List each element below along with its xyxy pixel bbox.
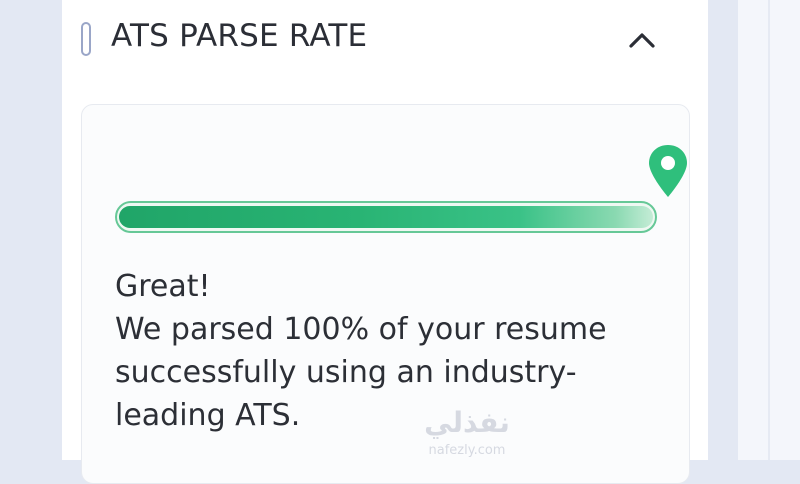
side-divider [768,0,770,460]
side-background [738,0,800,460]
result-heading: Great! [115,269,211,304]
ats-parse-rate-panel: ATS PARSE RATE Great! We parsed 100% of … [62,0,708,484]
section-header[interactable]: ATS PARSE RATE [62,0,708,84]
chevron-up-icon [629,33,655,48]
section-title: ATS PARSE RATE [111,18,368,54]
parse-rate-progress-bar [115,201,657,233]
progress-fill [119,206,653,228]
svg-text:nafezly.com: nafezly.com [429,443,506,458]
collapse-toggle-button[interactable] [622,20,662,60]
result-message: Great! We parsed 100% of your resume suc… [115,265,675,437]
svg-text:نفذلي: نفذلي [424,406,510,439]
section-marker-icon [81,22,91,56]
location-pin-icon [649,145,687,197]
result-card: Great! We parsed 100% of your resume suc… [81,104,690,484]
result-body: We parsed 100% of your resume successful… [115,312,607,433]
nafezly-watermark-logo: نفذلي nafezly.com [424,406,510,458]
